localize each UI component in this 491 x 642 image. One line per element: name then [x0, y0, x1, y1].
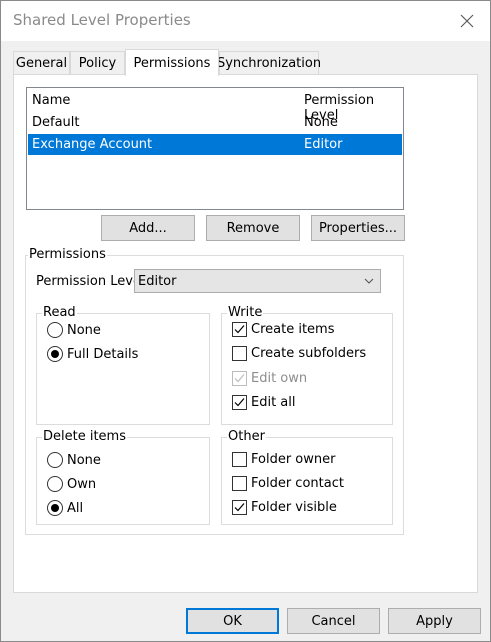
close-button[interactable] — [444, 1, 490, 41]
remove-button[interactable]: Remove — [206, 215, 300, 241]
delete-none-label: None — [67, 452, 101, 468]
delete-own-radio[interactable]: Own — [47, 476, 96, 492]
list-item-level: None — [304, 115, 338, 130]
permissions-tab-panel: Name Permission Level Default None Excha… — [13, 74, 478, 593]
create-subfolders-label: Create subfolders — [251, 346, 367, 361]
checkbox — [232, 452, 247, 467]
radio-button — [47, 476, 63, 492]
list-item-level: Editor — [304, 137, 343, 152]
checkmark-icon — [234, 325, 245, 334]
ok-button[interactable]: OK — [186, 608, 279, 634]
add-button[interactable]: Add... — [101, 215, 195, 241]
checkbox — [232, 395, 247, 410]
folder-contact-label: Folder contact — [251, 476, 344, 491]
properties-dialog: Shared Level Properties General Policy P… — [0, 0, 491, 642]
checkmark-icon — [234, 503, 245, 512]
read-none-label: None — [67, 322, 101, 338]
apply-button[interactable]: Apply — [388, 608, 481, 634]
read-group-label: Read — [42, 305, 77, 321]
folder-owner-label: Folder owner — [251, 452, 336, 467]
delete-all-radio[interactable]: All — [47, 500, 83, 516]
properties-button[interactable]: Properties... — [311, 215, 405, 241]
window-title: Shared Level Properties — [13, 11, 191, 29]
close-icon — [460, 14, 474, 28]
checkmark-icon — [234, 374, 245, 383]
read-full-details-label: Full Details — [67, 346, 139, 362]
column-header-name: Name — [32, 93, 71, 108]
folder-visible-checkbox[interactable]: Folder visible — [232, 500, 337, 515]
list-item-name: Default — [32, 115, 80, 130]
chevron-down-icon — [364, 278, 374, 284]
other-group-label: Other — [227, 429, 266, 445]
permissions-list[interactable]: Name Permission Level Default None Excha… — [26, 87, 404, 210]
edit-all-label: Edit all — [251, 395, 296, 410]
radio-button-selected — [47, 346, 63, 362]
checkbox-disabled — [232, 371, 247, 386]
radio-button-selected — [47, 500, 63, 516]
create-items-checkbox[interactable]: Create items — [232, 322, 334, 337]
folder-visible-label: Folder visible — [251, 500, 337, 515]
edit-own-checkbox: Edit own — [232, 371, 307, 386]
delete-all-label: All — [67, 500, 84, 516]
tab-permissions[interactable]: Permissions — [125, 49, 219, 76]
edit-all-checkbox[interactable]: Edit all — [232, 395, 296, 410]
create-items-label: Create items — [251, 322, 335, 337]
radio-button — [47, 322, 63, 338]
read-none-radio[interactable]: None — [47, 322, 101, 338]
create-subfolders-checkbox[interactable]: Create subfolders — [232, 346, 366, 361]
list-item[interactable]: Default None — [28, 112, 402, 133]
checkbox — [232, 500, 247, 515]
list-item-selected[interactable]: Exchange Account Editor — [28, 134, 402, 155]
checkmark-icon — [234, 398, 245, 407]
radio-button — [47, 452, 63, 468]
permissions-group-label: Permissions — [28, 247, 107, 263]
checkbox — [232, 346, 247, 361]
edit-own-label: Edit own — [251, 371, 308, 386]
delete-none-radio[interactable]: None — [47, 452, 101, 468]
cancel-button[interactable]: Cancel — [287, 608, 380, 634]
folder-contact-checkbox[interactable]: Folder contact — [232, 476, 344, 491]
folder-owner-checkbox[interactable]: Folder owner — [232, 452, 335, 467]
delete-own-label: Own — [67, 476, 97, 492]
list-item-name: Exchange Account — [32, 137, 153, 152]
permission-level-label: Permission Level: — [36, 274, 149, 289]
permission-level-dropdown[interactable]: Editor — [134, 269, 381, 293]
write-group-label: Write — [227, 305, 264, 321]
tab-general[interactable]: General — [13, 51, 70, 75]
delete-items-group-label: Delete items — [42, 429, 127, 445]
permission-level-value: Editor — [138, 274, 177, 289]
checkbox — [232, 476, 247, 491]
checkbox — [232, 322, 247, 337]
read-full-details-radio[interactable]: Full Details — [47, 346, 138, 362]
title-bar: Shared Level Properties — [1, 1, 490, 41]
list-header-row: Name Permission Level — [28, 90, 402, 123]
tab-policy[interactable]: Policy — [70, 51, 125, 75]
tab-synchronization[interactable]: Synchronization — [217, 51, 321, 75]
